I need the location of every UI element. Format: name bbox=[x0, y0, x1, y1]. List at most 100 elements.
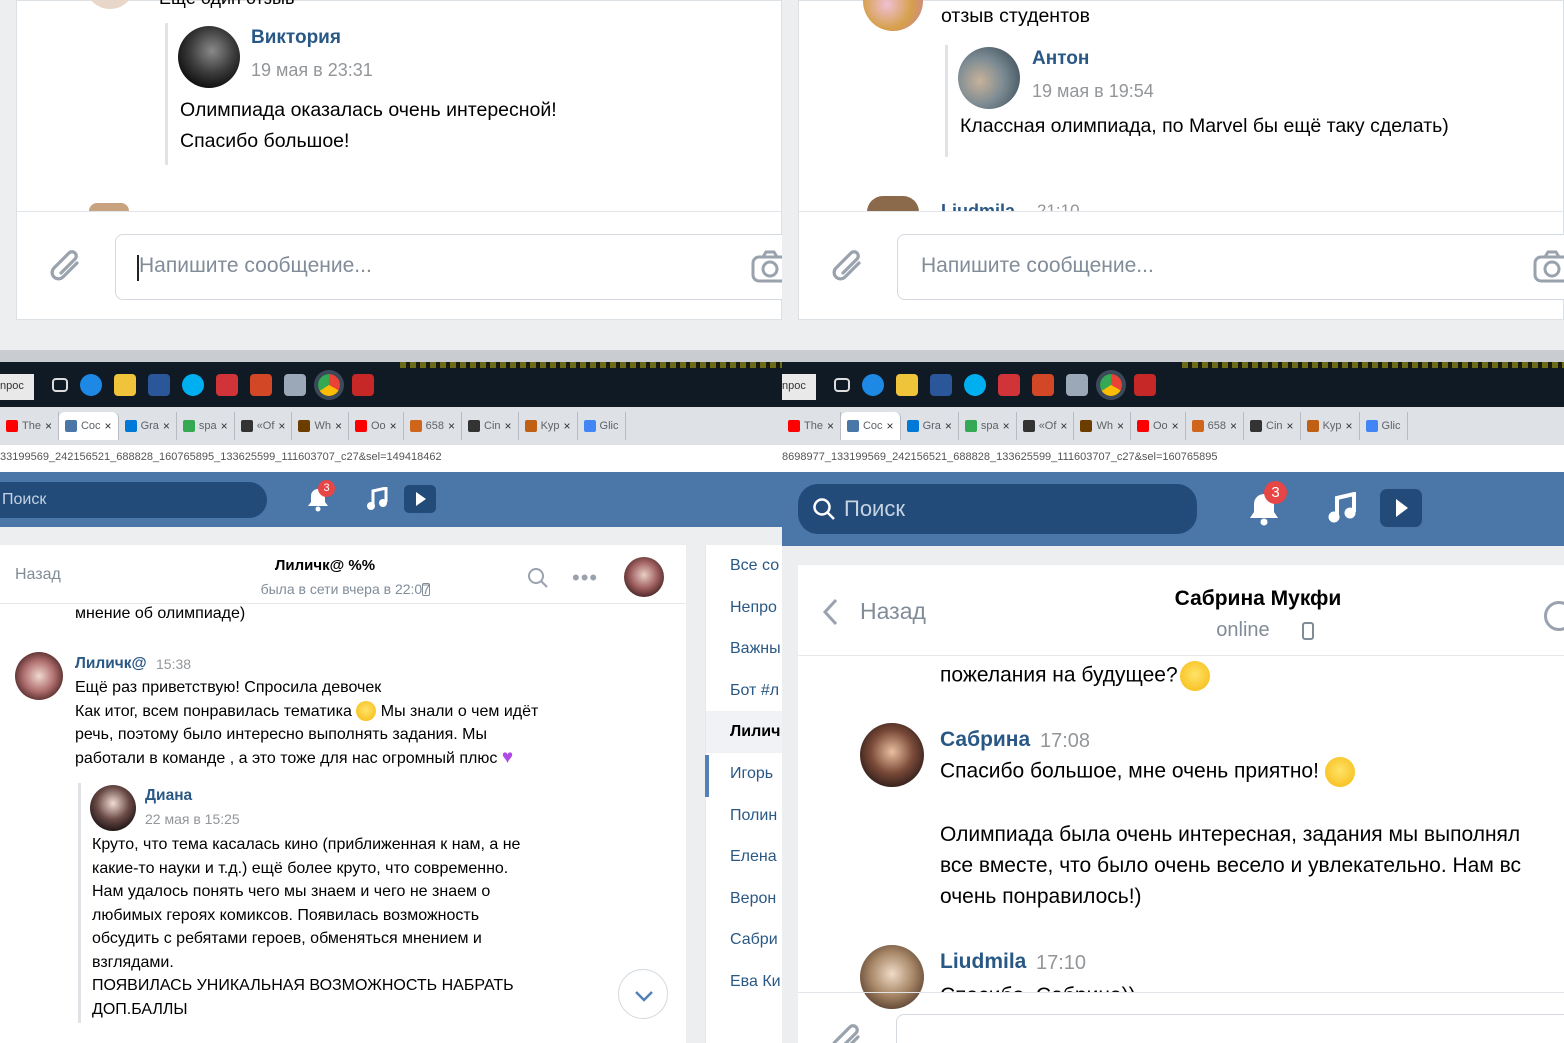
close-tab-icon[interactable]: × bbox=[1230, 419, 1237, 433]
browser-tab[interactable]: Coc × bbox=[840, 412, 901, 440]
avatar[interactable] bbox=[15, 652, 63, 700]
folder-item[interactable]: Верон bbox=[706, 878, 782, 920]
browser-tab[interactable]: Kyp × bbox=[1301, 412, 1360, 440]
sender-name[interactable]: Лиличк@ bbox=[75, 655, 147, 673]
browser-tab[interactable]: Glic bbox=[1360, 412, 1408, 440]
sender-name[interactable]: Сабрина bbox=[940, 728, 1030, 752]
folder-item[interactable]: Елена bbox=[706, 836, 782, 878]
contact-name[interactable]: Лиличк@ %% bbox=[200, 557, 450, 574]
avatar[interactable] bbox=[90, 785, 136, 831]
pdf-icon[interactable] bbox=[352, 374, 374, 396]
search-box[interactable]: npoc bbox=[782, 374, 816, 400]
browser-tab[interactable]: 658 × bbox=[1186, 412, 1245, 440]
mail-icon[interactable] bbox=[216, 374, 238, 396]
folder-item[interactable]: Игорь bbox=[706, 753, 782, 795]
sender-name[interactable]: Виктория bbox=[251, 27, 341, 49]
browser-tab[interactable]: Oo × bbox=[349, 412, 404, 440]
word-icon[interactable] bbox=[148, 374, 170, 396]
browser-tab[interactable]: Cin × bbox=[462, 412, 519, 440]
mail-icon[interactable] bbox=[998, 374, 1020, 396]
task-view-icon[interactable] bbox=[52, 378, 68, 392]
bell-icon[interactable]: 3 bbox=[1248, 481, 1287, 526]
close-tab-icon[interactable]: × bbox=[45, 419, 52, 433]
browser-tab[interactable]: Oo × bbox=[1131, 412, 1186, 440]
message-input[interactable]: Напишите сообщение... bbox=[115, 234, 782, 300]
camera-icon[interactable] bbox=[1532, 249, 1564, 285]
close-tab-icon[interactable]: × bbox=[221, 419, 228, 433]
folder-item[interactable]: Непро bbox=[706, 587, 782, 629]
folder-item[interactable]: Лилич bbox=[706, 711, 782, 753]
search-input[interactable]: Поиск bbox=[798, 484, 1197, 534]
close-tab-icon[interactable]: × bbox=[1060, 419, 1067, 433]
attach-icon[interactable] bbox=[47, 245, 87, 289]
edge-icon[interactable] bbox=[862, 374, 884, 396]
close-tab-icon[interactable]: × bbox=[1117, 419, 1124, 433]
browser-tab[interactable]: Wh × bbox=[292, 412, 349, 440]
close-tab-icon[interactable]: × bbox=[335, 419, 342, 433]
edge-icon[interactable] bbox=[80, 374, 102, 396]
more-icon[interactable]: ••• bbox=[572, 565, 598, 591]
folder-icon[interactable] bbox=[114, 374, 136, 396]
scrollbar[interactable] bbox=[782, 350, 1564, 362]
browser-tab[interactable]: spa × bbox=[959, 412, 1017, 440]
browser-tab[interactable]: Gra × bbox=[901, 412, 959, 440]
video-icon[interactable] bbox=[404, 485, 436, 513]
word-icon[interactable] bbox=[930, 374, 952, 396]
avatar[interactable] bbox=[863, 0, 923, 31]
network-icon[interactable] bbox=[1066, 374, 1088, 396]
url-text[interactable]: 33199569_242156521_688828_160765895_1336… bbox=[0, 451, 442, 463]
powerpoint-icon[interactable] bbox=[1032, 374, 1054, 396]
folder-item[interactable]: Бот #л bbox=[706, 670, 782, 712]
avatar[interactable] bbox=[958, 47, 1020, 109]
browser-tab[interactable]: spa × bbox=[177, 412, 235, 440]
skype-icon[interactable] bbox=[964, 374, 986, 396]
folder-item[interactable]: Важны bbox=[706, 628, 782, 670]
browser-tab[interactable]: Coc × bbox=[58, 412, 119, 440]
camera-icon[interactable] bbox=[750, 249, 782, 285]
browser-tab[interactable]: Gra × bbox=[119, 412, 177, 440]
browser-tab[interactable]: Wh × bbox=[1074, 412, 1131, 440]
close-tab-icon[interactable]: × bbox=[945, 419, 952, 433]
bell-icon[interactable]: 3 bbox=[306, 480, 335, 512]
folder-item[interactable]: Ева Ки bbox=[706, 961, 782, 1003]
search-box[interactable]: npoc bbox=[0, 374, 34, 400]
close-tab-icon[interactable]: × bbox=[1003, 419, 1010, 433]
network-icon[interactable] bbox=[284, 374, 306, 396]
contact-name[interactable]: Сабрина Мукфи bbox=[1128, 587, 1388, 611]
close-tab-icon[interactable]: × bbox=[1172, 419, 1179, 433]
close-tab-icon[interactable]: × bbox=[448, 419, 455, 433]
folder-item[interactable]: Сабри bbox=[706, 919, 782, 961]
powerpoint-icon[interactable] bbox=[250, 374, 272, 396]
avatar[interactable] bbox=[178, 26, 240, 88]
browser-tab[interactable]: Kyp × bbox=[519, 412, 578, 440]
browser-tab[interactable]: 658 × bbox=[404, 412, 463, 440]
search-input[interactable]: Поиск bbox=[0, 482, 267, 518]
close-tab-icon[interactable]: × bbox=[1346, 419, 1353, 433]
folder-item[interactable]: Полин bbox=[706, 795, 782, 837]
video-icon[interactable] bbox=[1380, 489, 1422, 527]
browser-tab[interactable]: «Of × bbox=[1017, 412, 1075, 440]
browser-tab[interactable]: The × bbox=[0, 412, 59, 440]
scroll-down-button[interactable] bbox=[618, 969, 668, 1019]
close-tab-icon[interactable]: × bbox=[1287, 419, 1294, 433]
scrollbar[interactable] bbox=[0, 350, 782, 362]
chevron-left-icon[interactable] bbox=[820, 597, 842, 627]
search-icon[interactable] bbox=[527, 567, 549, 589]
avatar[interactable] bbox=[860, 945, 924, 1009]
close-tab-icon[interactable]: × bbox=[505, 419, 512, 433]
back-button[interactable]: Назад bbox=[860, 598, 926, 625]
close-tab-icon[interactable]: × bbox=[827, 419, 834, 433]
attach-icon[interactable] bbox=[828, 1019, 868, 1043]
sender-name[interactable]: Liudmila bbox=[941, 201, 1015, 211]
url-text[interactable]: 8698977_133199569_242156521_688828_13362… bbox=[782, 451, 1217, 463]
folder-item[interactable]: Все со bbox=[706, 545, 782, 587]
back-button[interactable]: Назад bbox=[15, 566, 61, 584]
sender-name[interactable]: Антон bbox=[1032, 48, 1089, 70]
browser-tab[interactable]: «Of × bbox=[235, 412, 293, 440]
avatar[interactable] bbox=[860, 723, 924, 787]
music-icon[interactable] bbox=[1327, 491, 1357, 524]
sender-name[interactable]: Liudmila bbox=[940, 950, 1026, 974]
close-tab-icon[interactable]: × bbox=[163, 419, 170, 433]
close-tab-icon[interactable]: × bbox=[564, 419, 571, 433]
message-input[interactable] bbox=[896, 1014, 1564, 1043]
